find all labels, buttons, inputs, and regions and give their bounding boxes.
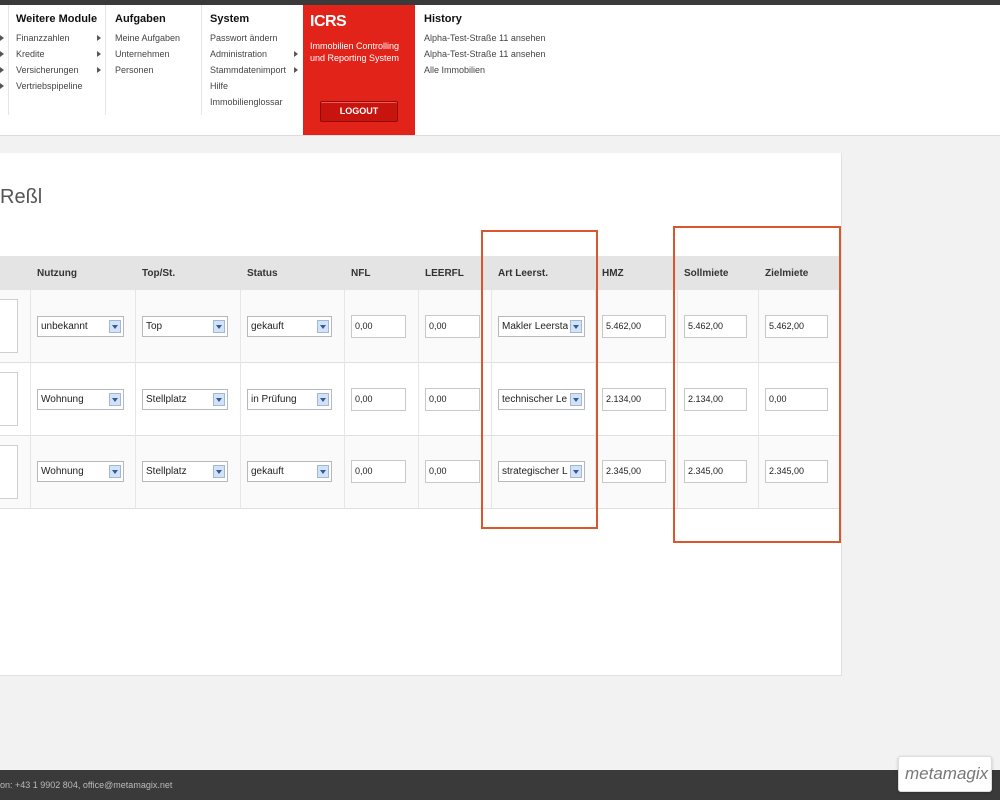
status-select[interactable]: in Prüfung: [247, 389, 332, 410]
menu-item-administration[interactable]: Administration: [210, 49, 267, 59]
status-select[interactable]: gekauft: [247, 316, 332, 337]
menu-item-unternehmen[interactable]: Unternehmen: [115, 49, 170, 59]
menu-item-immobilienglossar[interactable]: Immobilienglossar: [210, 97, 283, 107]
metamagix-logo: metamagix: [898, 756, 992, 792]
menu-head-aufgaben: Aufgaben: [115, 13, 166, 25]
chevron-right-icon: [97, 35, 101, 41]
chevron-right-icon: [294, 67, 298, 73]
nutzung-value: Wohnung: [41, 394, 84, 405]
top-value: Stellplatz: [146, 394, 187, 405]
history-item[interactable]: Alpha-Test-Straße 11 ansehen: [424, 49, 545, 59]
row-field[interactable]: [0, 299, 18, 353]
menu-weitere-module: Weitere Module Finanzzahlen Kredite Vers…: [0, 5, 106, 135]
menu-aufgaben: Aufgaben Meine Aufgaben Unternehmen Pers…: [115, 5, 200, 135]
leerfl-input[interactable]: 0,00: [425, 315, 480, 338]
highlight-box-miete: [673, 226, 841, 543]
column-divider: [135, 290, 136, 508]
menu-item-passwort-aendern[interactable]: Passwort ändern: [210, 33, 278, 43]
chevron-down-icon[interactable]: [109, 320, 121, 333]
top-value: Stellplatz: [146, 466, 187, 477]
menu-item-stammdatenimport[interactable]: Stammdatenimport: [210, 65, 286, 75]
nutzung-value: unbekannt: [41, 321, 88, 332]
footer-contact: on: +43 1 9902 804, office@metamagix.net: [0, 780, 173, 790]
chevron-down-icon[interactable]: [213, 465, 225, 478]
chevron-down-icon[interactable]: [109, 465, 121, 478]
menu-item-personen[interactable]: Personen: [115, 65, 154, 75]
top-select[interactable]: Stellplatz: [142, 461, 228, 482]
hmz-input[interactable]: 5.462,00: [602, 315, 666, 338]
column-divider: [344, 290, 345, 508]
nutzung-select[interactable]: unbekannt: [37, 316, 124, 337]
chevron-down-icon[interactable]: [317, 465, 329, 478]
status-select[interactable]: gekauft: [247, 461, 332, 482]
top-value: Top: [146, 321, 163, 332]
column-divider: [30, 290, 31, 508]
menu-item-versicherungen[interactable]: Versicherungen: [16, 65, 79, 75]
menu-item-meine-aufgaben[interactable]: Meine Aufgaben: [115, 33, 180, 43]
page-title: Reßl: [0, 186, 43, 208]
row-field[interactable]: [0, 445, 18, 499]
icrs-subtitle: Immobilien Controlling und Reporting Sys…: [310, 41, 400, 63]
column-header-status: Status: [247, 268, 278, 279]
column-header-nfl: NFL: [351, 268, 371, 279]
chevron-right-icon: [97, 51, 101, 57]
leerfl-input[interactable]: 0,00: [425, 388, 480, 411]
nfl-input[interactable]: 0,00: [351, 388, 406, 411]
top-select[interactable]: Stellplatz: [142, 389, 228, 410]
column-header-leerfl: LEERFL: [425, 268, 464, 279]
status-value: in Prüfung: [251, 394, 297, 405]
nfl-input[interactable]: 0,00: [351, 315, 406, 338]
nutzung-select[interactable]: Wohnung: [37, 461, 124, 482]
chevron-right-icon: [97, 67, 101, 73]
chevron-right-icon: [0, 83, 4, 89]
menu-item-vertriebspipeline[interactable]: Vertriebspipeline: [16, 81, 83, 91]
chevron-down-icon[interactable]: [109, 393, 121, 406]
menu-history: History Alpha-Test-Straße 11 ansehen Alp…: [424, 5, 584, 135]
column-header-nutzung: Nutzung: [37, 268, 77, 279]
leerfl-input[interactable]: 0,00: [425, 460, 480, 483]
row-field[interactable]: [0, 372, 18, 426]
menu-item-kredite[interactable]: Kredite: [16, 49, 45, 59]
chevron-right-icon: [0, 51, 4, 57]
status-value: gekauft: [251, 466, 284, 477]
chevron-down-icon[interactable]: [317, 320, 329, 333]
icrs-panel: ICRS Immobilien Controlling und Reportin…: [303, 5, 415, 135]
menu-divider: [8, 5, 9, 115]
icrs-title: ICRS: [310, 13, 347, 30]
highlight-box-art-leerstand: [481, 230, 598, 529]
logo-text: metamagix: [905, 764, 989, 783]
nutzung-select[interactable]: Wohnung: [37, 389, 124, 410]
chevron-down-icon[interactable]: [213, 320, 225, 333]
menu-divider: [201, 5, 202, 115]
menu-item-finanzzahlen[interactable]: Finanzzahlen: [16, 33, 70, 43]
menu-head-weitere-module: Weitere Module: [16, 13, 98, 25]
menu-head-history: History: [424, 13, 462, 25]
hmz-input[interactable]: 2.134,00: [602, 388, 666, 411]
column-divider: [418, 290, 419, 508]
nutzung-value: Wohnung: [41, 466, 84, 477]
menu-system: System Passwort ändern Administration St…: [210, 5, 302, 135]
chevron-right-icon: [0, 67, 4, 73]
menu-item-hilfe[interactable]: Hilfe: [210, 81, 228, 91]
logout-button[interactable]: LOGOUT: [320, 101, 398, 122]
nfl-input[interactable]: 0,00: [351, 460, 406, 483]
footer: on: +43 1 9902 804, office@metamagix.net: [0, 770, 1000, 800]
menu-divider: [105, 5, 106, 115]
menu-head-system: System: [210, 13, 250, 25]
chevron-down-icon[interactable]: [317, 393, 329, 406]
chevron-right-icon: [0, 35, 4, 41]
column-divider: [240, 290, 241, 508]
chevron-right-icon: [294, 51, 298, 57]
chevron-down-icon[interactable]: [213, 393, 225, 406]
top-select[interactable]: Top: [142, 316, 228, 337]
hmz-input[interactable]: 2.345,00: [602, 460, 666, 483]
history-item[interactable]: Alpha-Test-Straße 11 ansehen: [424, 33, 545, 43]
column-header-hmz: HMZ: [602, 268, 624, 279]
main-menu: Weitere Module Finanzzahlen Kredite Vers…: [0, 5, 1000, 136]
status-value: gekauft: [251, 321, 284, 332]
history-item-alle-immobilien[interactable]: Alle Immobilien: [424, 65, 485, 75]
column-header-top: Top/St.: [142, 268, 176, 279]
